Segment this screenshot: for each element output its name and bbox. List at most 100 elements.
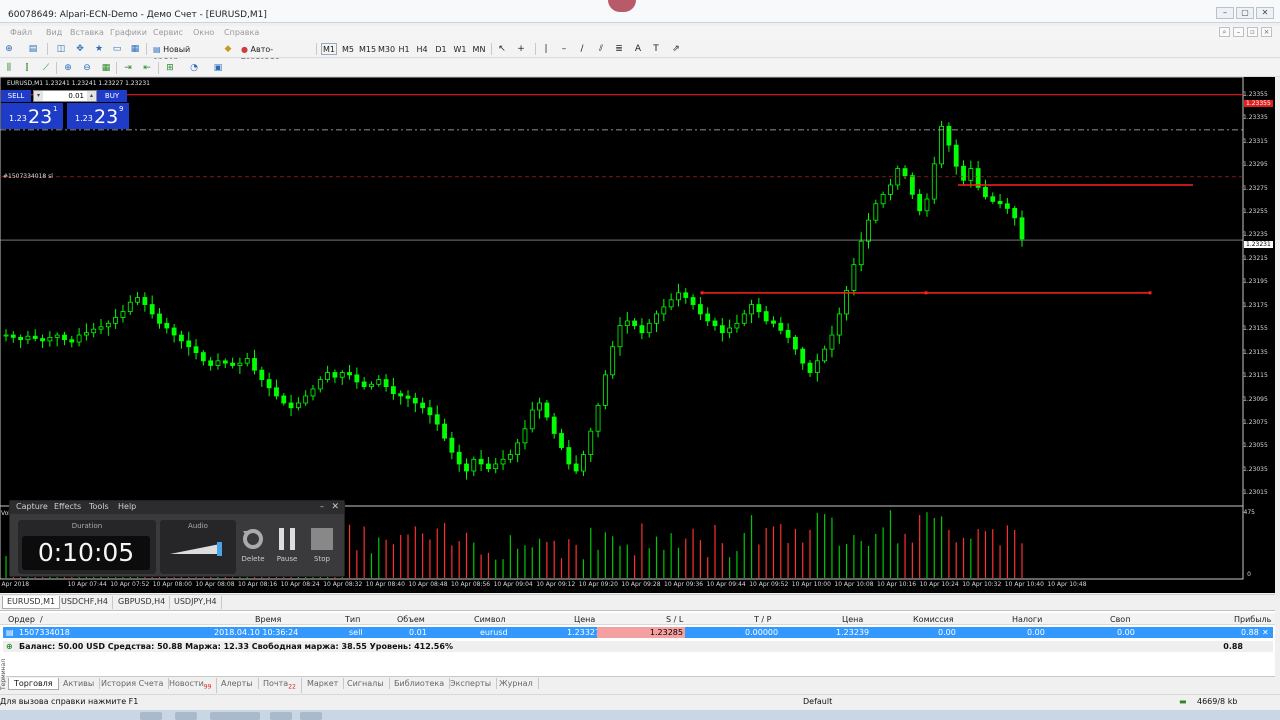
tab-signals[interactable]: Сигналы — [342, 678, 390, 689]
data-window-icon[interactable]: ✥ — [74, 43, 86, 55]
col-time[interactable]: Время — [255, 615, 281, 624]
channel-icon[interactable]: ⫽ — [595, 43, 607, 55]
menu-window[interactable]: Окно — [193, 28, 214, 37]
navigator-icon[interactable]: ★ — [93, 43, 105, 55]
new-chart-icon[interactable]: ⊕ — [3, 43, 15, 55]
col-volume[interactable]: Объем — [397, 615, 425, 624]
recorder-menu-tools[interactable]: Tools — [89, 502, 109, 511]
taskbar-item[interactable] — [270, 712, 292, 720]
horizontal-line-icon[interactable]: – — [558, 43, 570, 55]
recorder-menu-capture[interactable]: Capture — [16, 502, 48, 511]
tab-account-history[interactable]: История Счета — [96, 678, 170, 689]
stop-button[interactable]: Stop — [307, 527, 337, 563]
timeframe-m1[interactable]: M1 — [321, 43, 337, 55]
tab-usdjpy-h4[interactable]: USDJPY,H4 — [170, 596, 222, 609]
tab-alerts[interactable]: Алерты — [216, 678, 259, 689]
lot-size-input[interactable]: ▾ 0.01 ▴ — [33, 90, 97, 102]
col-current-price[interactable]: Цена — [842, 615, 863, 624]
col-swap[interactable]: Своп — [1110, 615, 1130, 624]
col-type[interactable]: Тип — [345, 615, 360, 624]
timeframe-mn[interactable]: MN — [470, 43, 488, 55]
lot-increase-button[interactable]: ▴ — [87, 91, 96, 101]
close-window-button[interactable]: ✕ — [1256, 7, 1274, 19]
bar-chart-icon[interactable]: ⫼ — [3, 62, 15, 74]
timeframe-h4[interactable]: H4 — [414, 43, 430, 55]
col-order[interactable]: Ордер — [8, 615, 35, 624]
menu-file[interactable]: Файл — [10, 28, 32, 37]
crosshair-icon[interactable]: + — [515, 43, 527, 55]
timeframe-m15[interactable]: M15 — [358, 43, 376, 55]
chart-shift-icon[interactable]: ⇤ — [141, 62, 153, 74]
maximize-button[interactable]: ▢ — [1236, 7, 1254, 19]
col-commission[interactable]: Комиссия — [913, 615, 954, 624]
timeframe-d1[interactable]: D1 — [433, 43, 449, 55]
recorder-close-button[interactable]: ✕ — [331, 502, 339, 512]
auto-trading-button[interactable]: ● Авто-торговля — [240, 43, 312, 65]
order-row[interactable]: ▤ 1507334018 2018.04.10 10:36:24 sell 0.… — [3, 627, 1273, 638]
cursor-icon[interactable]: ↖ — [496, 43, 508, 55]
profiles-icon[interactable]: ▤ — [27, 43, 39, 55]
buy-price[interactable]: 1.23 23 9 — [67, 103, 129, 129]
vertical-line-icon[interactable]: | — [540, 43, 552, 55]
tab-code-base[interactable]: Библиотека — [389, 678, 451, 689]
menu-tools[interactable]: Сервис — [153, 28, 183, 37]
sell-price[interactable]: 1.23 23 1 — [1, 103, 63, 129]
terminal-icon[interactable]: ▭ — [111, 43, 123, 55]
close-order-icon[interactable]: ✕ — [1262, 628, 1269, 637]
pause-button[interactable]: Pause — [272, 527, 302, 563]
tab-usdchf-h4[interactable]: USDCHF,H4 — [57, 596, 113, 609]
zoom-out-icon[interactable]: ⊖ — [81, 62, 93, 74]
col-tp[interactable]: T / P — [754, 615, 772, 624]
strategy-tester-icon[interactable]: ▦ — [129, 43, 141, 55]
text-icon[interactable]: A — [632, 43, 644, 55]
zoom-in-icon[interactable]: ⊕ — [62, 62, 74, 74]
recorder-minimize-button[interactable]: – — [320, 502, 324, 511]
audio-level-meter[interactable] — [170, 542, 224, 556]
timeframe-w1[interactable]: W1 — [452, 43, 468, 55]
col-taxes[interactable]: Налоги — [1012, 615, 1042, 624]
delete-button[interactable]: Delete — [238, 527, 268, 563]
autoscroll-icon[interactable]: ⇥ — [122, 62, 134, 74]
chart-minimize-button[interactable]: – — [1233, 27, 1244, 37]
recorder-menu-effects[interactable]: Effects — [54, 502, 81, 511]
tab-news[interactable]: Новости99 — [164, 678, 218, 693]
timeframe-m5[interactable]: M5 — [340, 43, 356, 55]
status-profile[interactable]: Default — [803, 697, 832, 706]
tab-gbpusd-h4[interactable]: GBPUSD,H4 — [114, 596, 171, 609]
tab-mailbox[interactable]: Почта22 — [258, 678, 302, 693]
recorder-menu-help[interactable]: Help — [118, 502, 136, 511]
tab-experts[interactable]: Эксперты — [445, 678, 498, 689]
trendline-icon[interactable]: / — [576, 43, 588, 55]
metaeditor-icon[interactable]: ◆ — [222, 43, 234, 55]
search-icon[interactable]: ⌕ — [1219, 27, 1230, 37]
tile-windows-icon[interactable]: ▦ — [100, 62, 112, 74]
tab-market[interactable]: Маркет — [302, 678, 345, 689]
taskbar-item[interactable] — [210, 712, 260, 720]
buy-button[interactable]: BUY — [97, 90, 127, 102]
menu-charts[interactable]: Графики — [110, 28, 147, 37]
chart-restore-button[interactable]: ▫ — [1247, 27, 1258, 37]
taskbar-item[interactable] — [140, 712, 162, 720]
new-order-button[interactable]: ▤ Новый ордер — [152, 43, 218, 65]
taskbar-item[interactable] — [300, 712, 322, 720]
periods-icon[interactable]: ◔ — [188, 62, 200, 74]
col-sl[interactable]: S / L — [666, 615, 683, 624]
menu-help[interactable]: Справка — [224, 28, 259, 37]
col-symbol[interactable]: Символ — [474, 615, 506, 624]
menu-insert[interactable]: Вставка — [70, 28, 104, 37]
tab-journal[interactable]: Журнал — [494, 678, 539, 689]
tab-trade[interactable]: Торговля — [8, 678, 59, 690]
taskbar-item[interactable] — [175, 712, 197, 720]
indicators-icon[interactable]: ⊞ — [164, 62, 176, 74]
text-label-icon[interactable]: T — [650, 43, 662, 55]
minimize-button[interactable]: – — [1216, 7, 1234, 19]
tab-assets[interactable]: Активы — [58, 678, 101, 689]
arrows-icon[interactable]: ⇗ — [670, 43, 682, 55]
chart-close-button[interactable]: × — [1261, 27, 1272, 37]
templates-icon[interactable]: ▣ — [212, 62, 224, 74]
sell-button[interactable]: SELL — [1, 90, 31, 102]
col-profit[interactable]: Прибыль — [1234, 615, 1271, 624]
candlestick-icon[interactable]: ⫿ — [21, 62, 33, 74]
market-watch-icon[interactable]: ◫ — [55, 43, 67, 55]
col-price[interactable]: Цена — [574, 615, 595, 624]
